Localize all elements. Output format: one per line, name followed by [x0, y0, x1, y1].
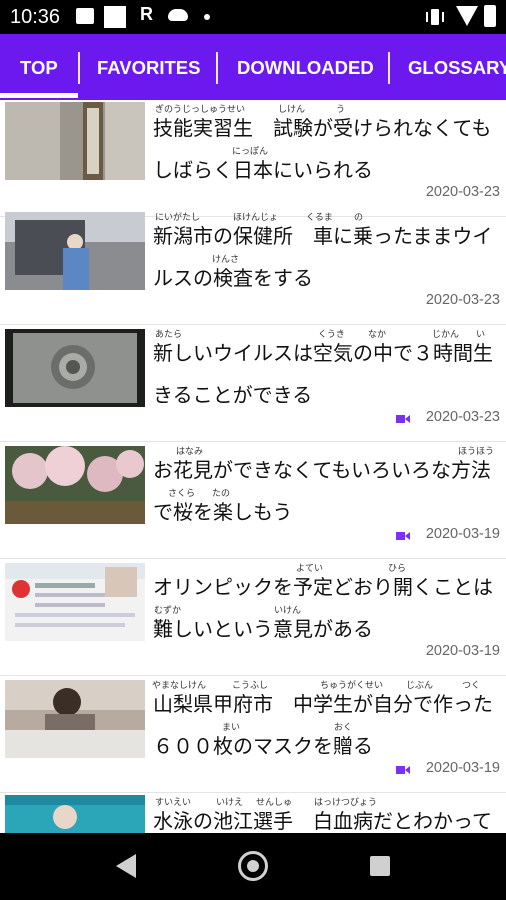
- article-title-line1: お花見ができなくてもいろいろな方法: [153, 458, 491, 482]
- recents-icon[interactable]: [370, 856, 390, 876]
- article-title-line2: しばらく日本にいられる: [153, 158, 373, 182]
- selected-tab-indicator: [0, 93, 78, 98]
- article-item[interactable]: すいえい いけえ せんしゅ はっけつびょう 水泳の池江選手 白血病だとわかって: [0, 793, 506, 833]
- article-item[interactable]: はなみ ほうほう お花見ができなくてもいろいろな方法 さくら たの で桜を楽しも…: [0, 442, 506, 559]
- video-icon: [396, 532, 410, 540]
- tab-top[interactable]: TOP: [20, 34, 58, 100]
- image-notification-icon: [76, 8, 94, 24]
- r-notification-icon: R: [140, 4, 153, 24]
- article-thumbnail: [5, 212, 145, 290]
- tab-glossary[interactable]: GLOSSARY: [408, 34, 506, 100]
- home-icon[interactable]: [238, 851, 268, 881]
- article-title-line2: ルスの検査をする: [153, 266, 313, 290]
- article-title-line2: で桜を楽しもう: [153, 500, 293, 524]
- article-date: 2020-03-19: [425, 760, 500, 776]
- back-icon[interactable]: [116, 854, 136, 878]
- article-thumbnail: [5, 329, 145, 407]
- app-notification-icon: [104, 6, 126, 28]
- article-date: 2020-03-23: [425, 292, 500, 308]
- article-item[interactable]: にいがたし ほけんじょ くるま の 新潟市の保健所 車に乗ったままウイ けんさ …: [0, 208, 506, 325]
- system-navigation-bar: [0, 833, 506, 900]
- status-time: 10:36: [10, 6, 61, 28]
- article-title-line1: 技能実習生 試験が受けられなくても: [153, 116, 492, 140]
- article-item[interactable]: あたら くうき なか じかん い 新しいウイルスは空気の中で３時間生 きることが…: [0, 325, 506, 442]
- tab-downloaded[interactable]: DOWNLOADED: [237, 34, 374, 100]
- article-item[interactable]: やまなしけん こうふし ちゅうがくせい じぶん つく 山梨県甲府市 中学生が自分…: [0, 676, 506, 793]
- video-icon: [396, 766, 410, 774]
- article-thumbnail: [5, 563, 145, 641]
- article-date: 2020-03-19: [425, 526, 500, 542]
- tab-divider: [388, 52, 390, 84]
- article-title-line1: 新しいウイルスは空気の中で３時間生: [153, 341, 493, 365]
- article-date: 2020-03-23: [425, 184, 500, 200]
- article-title-line1: 山梨県甲府市 中学生が自分で作った: [153, 692, 493, 716]
- article-title-line2: 難しいという意見がある: [153, 617, 373, 641]
- vibrate-icon: [426, 9, 444, 25]
- tab-bar: TOP FAVORITES DOWNLOADED GLOSSARY: [0, 34, 506, 100]
- tab-divider: [78, 52, 80, 84]
- more-notifications-dot-icon: [204, 14, 210, 20]
- article-list[interactable]: ぎのうじっしゅうせい しけん う 技能実習生 試験が受けられなくても にっぽん …: [0, 100, 506, 833]
- tab-divider: [216, 52, 218, 84]
- article-item[interactable]: よてい ひら オリンピックを予定どおり開くことは むずか いけん 難しいという意…: [0, 559, 506, 676]
- article-title-line1: 水泳の池江選手 白血病だとわかって: [153, 809, 492, 833]
- status-bar: 10:36 R: [0, 0, 506, 34]
- home-icon-center: [247, 860, 259, 872]
- battery-charging-icon: [484, 5, 496, 27]
- article-thumbnail: [5, 680, 145, 758]
- tab-favorites[interactable]: FAVORITES: [97, 34, 200, 100]
- article-title-line1: 新潟市の保健所 車に乗ったままウイ: [153, 224, 493, 248]
- article-title-line2: きることができる: [153, 383, 313, 407]
- article-date: 2020-03-19: [425, 643, 500, 659]
- article-thumbnail: [5, 795, 145, 833]
- article-item[interactable]: ぎのうじっしゅうせい しけん う 技能実習生 試験が受けられなくても にっぽん …: [0, 100, 506, 217]
- article-thumbnail: [5, 446, 145, 524]
- article-date: 2020-03-23: [425, 409, 500, 425]
- article-title-line2: ６００枚のマスクを贈る: [153, 734, 373, 758]
- wifi-icon: [456, 6, 478, 26]
- article-title-line1: オリンピックを予定どおり開くことは: [153, 575, 493, 599]
- cloud-icon: [168, 9, 188, 21]
- article-thumbnail: [5, 102, 145, 180]
- video-icon: [396, 415, 410, 423]
